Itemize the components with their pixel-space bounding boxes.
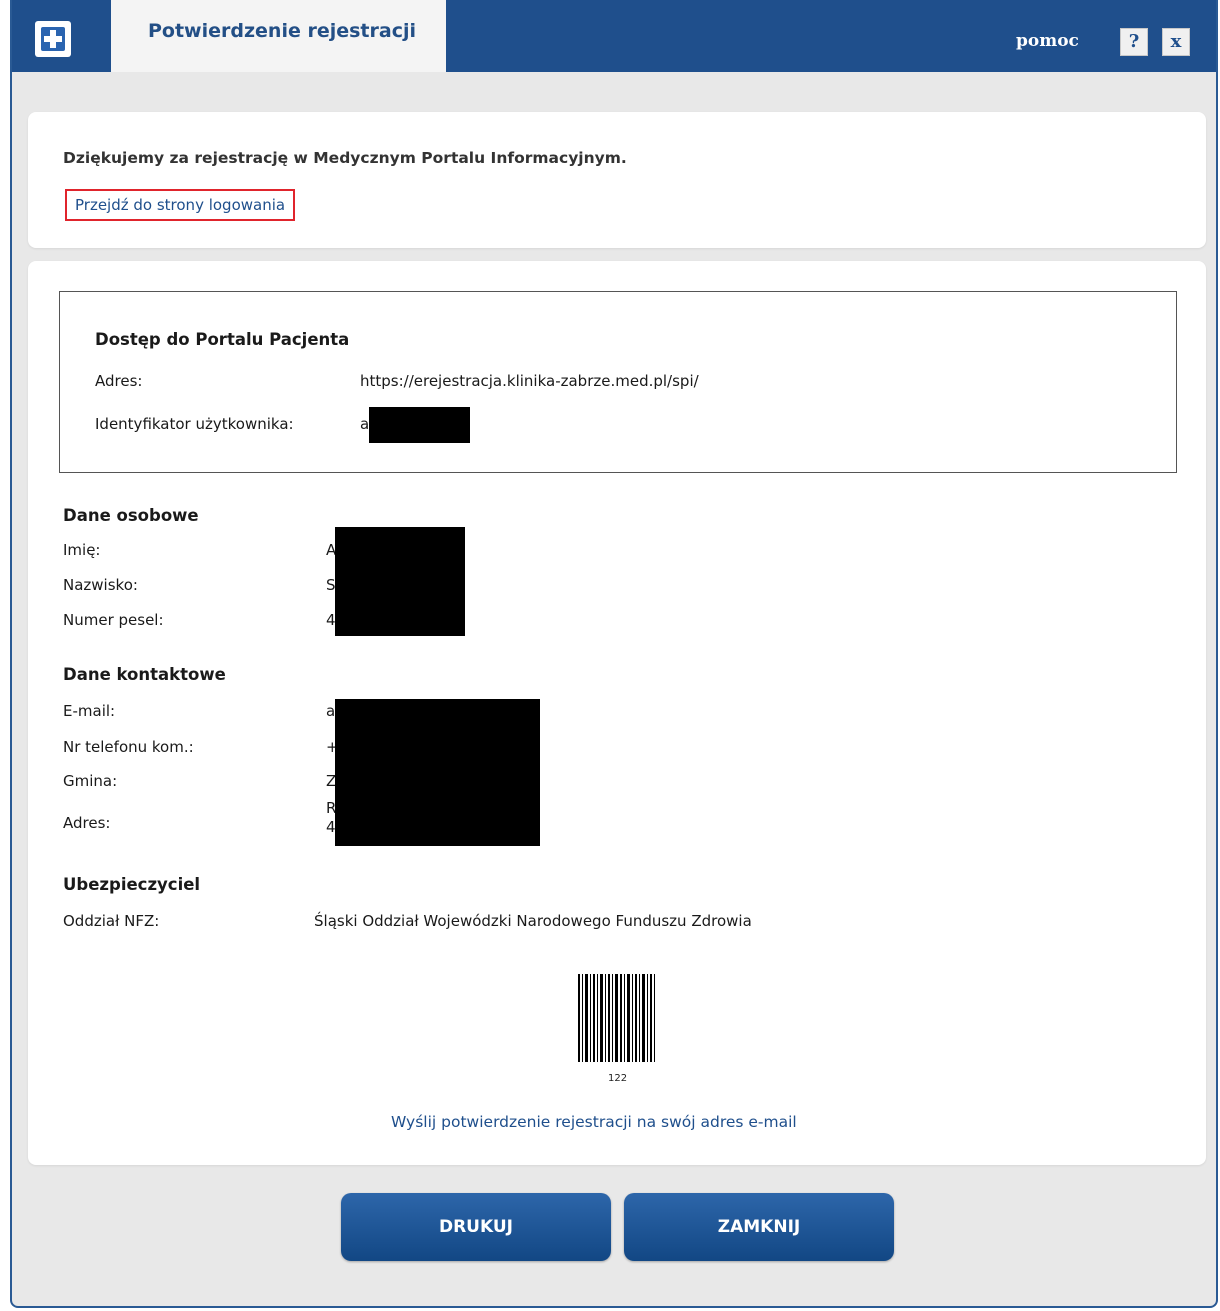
barcode-number: 122 — [608, 1073, 628, 1084]
send-email-confirmation-link[interactable]: Wyślij potwierdzenie rejestracji na swój… — [391, 1113, 797, 1131]
close-button[interactable]: ZAMKNIJ — [624, 1193, 894, 1261]
portal-access-heading: Dostęp do Portalu Pacjenta — [95, 330, 350, 349]
contact-data-heading: Dane kontaktowe — [63, 665, 226, 684]
help-link[interactable]: pomoc — [1016, 31, 1079, 51]
login-page-link[interactable]: Przejdź do strony logowania — [65, 189, 296, 221]
email-value: a — [326, 702, 336, 720]
barcode-icon — [578, 974, 655, 1062]
insurer-heading: Ubezpieczyciel — [63, 875, 201, 894]
portal-address-value: https://erejestracja.klinika-zabrze.med.… — [360, 372, 699, 390]
user-id-label: Identyfikator użytkownika: — [95, 415, 294, 433]
registration-confirmation-dialog: Potwierdzenie rejestracji pomoc ? x Dzię… — [10, 0, 1218, 1308]
portal-address-label: Adres: — [95, 372, 143, 390]
close-x-button[interactable]: x — [1162, 28, 1190, 56]
portal-access-box: Dostęp do Portalu Pacjenta Adres: https:… — [59, 291, 1177, 473]
personal-data-heading: Dane osobowe — [63, 506, 199, 525]
pesel-label: Numer pesel: — [63, 611, 164, 629]
registration-details-panel: Dostęp do Portalu Pacjenta Adres: https:… — [28, 261, 1206, 1165]
thank-you-message: Dziękujemy za rejestrację w Medycznym Po… — [63, 149, 627, 167]
redaction-block — [369, 407, 470, 443]
email-label: E-mail: — [63, 702, 116, 720]
print-button[interactable]: DRUKUJ — [341, 1193, 611, 1261]
nfz-branch-label: Oddział NFZ: — [63, 912, 160, 930]
redaction-block — [335, 699, 540, 846]
first-name-label: Imię: — [63, 541, 101, 559]
barcode-image — [571, 974, 661, 1068]
tab-registration-confirmation[interactable]: Potwierdzenie rejestracji — [111, 0, 446, 72]
address-label: Adres: — [63, 814, 111, 832]
municipality-label: Gmina: — [63, 772, 118, 790]
confirmation-panel: Dziękujemy za rejestrację w Medycznym Po… — [28, 112, 1206, 248]
app-logo-icon — [35, 21, 71, 57]
help-question-button[interactable]: ? — [1120, 28, 1148, 56]
redaction-block — [335, 527, 465, 636]
dialog-title: Potwierdzenie rejestracji — [148, 20, 416, 42]
phone-label: Nr telefonu kom.: — [63, 738, 194, 756]
title-bar: Potwierdzenie rejestracji pomoc ? x — [12, 0, 1216, 72]
user-id-value: a — [360, 415, 370, 433]
nfz-branch-value: Śląski Oddział Wojewódzki Narodowego Fun… — [314, 912, 752, 930]
last-name-label: Nazwisko: — [63, 576, 138, 594]
